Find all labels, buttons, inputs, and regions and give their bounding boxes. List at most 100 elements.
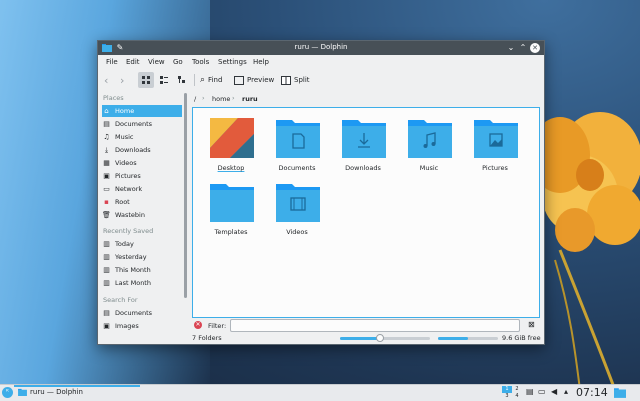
desktop-2[interactable]: 2 [512, 386, 522, 393]
forward-arrow-icon[interactable]: › [120, 72, 124, 88]
sidebar-item-this-month[interactable]: ▥ This Month [102, 264, 182, 276]
pictures-icon: ▣ [103, 172, 110, 180]
folder-videos[interactable]: Videos [267, 178, 327, 240]
menu-view[interactable]: View [148, 58, 165, 66]
breadcrumb-current[interactable]: ruru [242, 95, 258, 103]
back-arrow-icon[interactable]: ‹ [104, 72, 108, 88]
folder-pictures[interactable]: Pictures [465, 114, 525, 176]
sidebar-item-pictures[interactable]: ▣ Pictures [102, 170, 182, 182]
sidebar-item-last-month[interactable]: ▥ Last Month [102, 277, 182, 289]
zoom-slider-handle[interactable] [376, 334, 384, 342]
dolphin-folder-icon [18, 388, 27, 396]
menu-help[interactable]: Help [253, 58, 269, 66]
folder-label: Music [419, 164, 439, 172]
sidebar-item-search-documents[interactable]: ▤ Documents [102, 307, 182, 319]
search-icon: ⌕ [200, 75, 206, 85]
free-space-bar [438, 337, 498, 340]
documents-icon: ▤ [103, 120, 110, 128]
wastebin-icon: 🗑︎ [102, 211, 111, 219]
home-icon: ⌂ [104, 107, 109, 115]
pictures-folder-icon [474, 120, 518, 158]
sidebar-item-today[interactable]: ▥ Today [102, 238, 182, 250]
folder-icon [614, 388, 626, 398]
folder-downloads[interactable]: Downloads [333, 114, 393, 176]
details-view-button[interactable] [174, 72, 190, 88]
menu-edit[interactable]: Edit [126, 58, 140, 66]
folder-templates[interactable]: Templates [201, 178, 261, 240]
sidebar-item-yesterday[interactable]: ▥ Yesterday [102, 251, 182, 263]
sidebar-item-home[interactable]: ⌂ Home [102, 105, 182, 117]
menu-bar: File Edit View Go Tools Settings Help [98, 55, 544, 69]
close-icon[interactable]: ✕ [530, 43, 540, 53]
sidebar-item-root[interactable]: ▪ Root [102, 196, 182, 208]
calendar-icon: ▥ [103, 279, 110, 287]
maximize-chevron-icon[interactable]: ⌃ [518, 43, 528, 53]
menu-settings[interactable]: Settings [218, 58, 247, 66]
sidebar-item-downloads[interactable]: ⤓ Downloads [102, 144, 182, 156]
preview-button[interactable]: Preview [234, 72, 274, 88]
display-icon[interactable]: ▭ [538, 387, 546, 396]
lock-icon[interactable]: ⊠ [528, 320, 535, 329]
root-icon: ▪ [104, 198, 109, 206]
desktop-3[interactable]: 3 [502, 393, 512, 400]
desktop-4[interactable]: 4 [512, 393, 522, 400]
virtual-desktop-pager[interactable]: 1 2 3 4 [502, 386, 522, 400]
menu-file[interactable]: File [106, 58, 118, 66]
search-header: Search For [103, 296, 138, 304]
folder-label: Videos [286, 228, 308, 236]
minimize-chevron-icon[interactable]: ⌄ [506, 43, 516, 53]
task-dolphin[interactable]: ruru — Dolphin [18, 388, 83, 396]
sidebar-item-videos[interactable]: ▦ Videos [102, 157, 182, 169]
sidebar-item-documents[interactable]: ▤ Documents [102, 118, 182, 130]
menu-tools[interactable]: Tools [192, 58, 209, 66]
folder-documents[interactable]: Documents [267, 114, 327, 176]
title-bar[interactable]: ✎ ruru — Dolphin ⌄ ⌃ ✕ [98, 41, 544, 55]
images-icon: ▣ [103, 322, 110, 330]
free-space-bar-fill [438, 337, 468, 340]
split-button[interactable]: Split [281, 72, 310, 88]
desktop-folder-icon[interactable] [614, 387, 626, 400]
compact-view-button[interactable] [156, 72, 172, 88]
sidebar-item-wastebin[interactable]: 🗑︎ Wastebin [102, 209, 182, 221]
folder-label: Pictures [482, 164, 508, 172]
folder-music[interactable]: Music [399, 114, 459, 176]
folder-label: Templates [214, 228, 248, 236]
documents-folder-icon [276, 120, 320, 158]
close-filter-icon[interactable]: ✕ [194, 321, 202, 329]
dolphin-window: ✎ ruru — Dolphin ⌄ ⌃ ✕ File Edit View Go… [97, 40, 545, 345]
documents-icon: ▤ [103, 309, 110, 317]
music-icon: ♫ [103, 133, 110, 141]
breadcrumb-root[interactable]: / [194, 95, 196, 103]
desktop-1[interactable]: 1 [502, 386, 512, 393]
volume-icon[interactable]: ◀ [551, 387, 557, 396]
sidebar-scrollbar[interactable] [184, 93, 187, 298]
desktop-folder-icon [210, 118, 254, 158]
preview-label: Preview [247, 76, 275, 84]
filter-input[interactable] [230, 319, 520, 332]
file-view[interactable]: Desktop Documents Downloads Music Pictur… [192, 107, 540, 318]
videos-icon: ▦ [103, 159, 110, 167]
places-header: Places [103, 94, 124, 102]
calendar-icon: ▥ [103, 266, 110, 274]
sidebar-item-search-images[interactable]: ▣ Images [102, 320, 182, 332]
icons-view-button[interactable] [138, 72, 154, 88]
network-icon: ▭ [103, 185, 110, 193]
menu-go[interactable]: Go [173, 58, 183, 66]
sidebar-item-network[interactable]: ▭ Network [102, 183, 182, 195]
breadcrumb-home[interactable]: home [212, 95, 230, 103]
zoom-slider-fill [340, 337, 380, 340]
folder-desktop[interactable]: Desktop [201, 114, 261, 176]
tray-expand-icon[interactable]: ▴ [564, 387, 568, 396]
clock[interactable]: 07:14 [576, 386, 608, 399]
sidebar-item-music[interactable]: ♫ Music [102, 131, 182, 143]
icons-view-icon [142, 76, 150, 84]
breadcrumb: / › home › ruru [194, 93, 542, 107]
zoom-slider[interactable] [340, 334, 430, 342]
task-label: ruru — Dolphin [30, 388, 83, 396]
launcher-icon[interactable]: ᴷ [2, 387, 13, 398]
clipboard-icon[interactable]: ▤ [526, 387, 534, 396]
calendar-icon: ▥ [103, 253, 110, 261]
find-button[interactable]: ⌕ Find [200, 72, 222, 88]
task-active-indicator [14, 385, 140, 387]
folder-label: Desktop [217, 164, 245, 172]
